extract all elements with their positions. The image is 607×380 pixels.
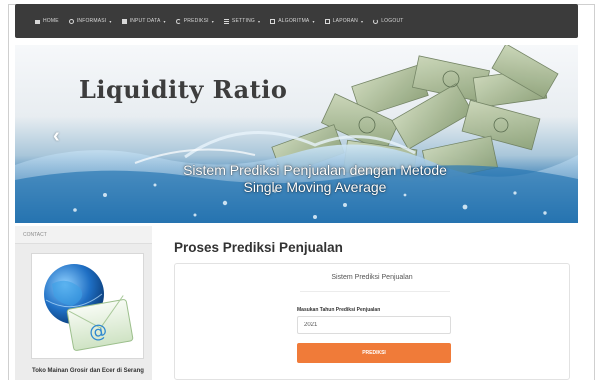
hero-carousel: Liquidity Ratio ‹ Sistem Prediksi Penjua… bbox=[15, 45, 578, 223]
nav-algoritma-label: ALGORITMA bbox=[278, 18, 310, 24]
chevron-down-icon: ▾ bbox=[109, 18, 112, 24]
contact-sidebar: CONTACT @ Toko Mainan Grosir dan Ecer di… bbox=[15, 226, 152, 380]
shop-description: Toko Mainan Grosir dan Ecer di Serang bbox=[32, 368, 144, 374]
year-field-label: Masukan Tahun Prediksi Penjualan bbox=[297, 307, 381, 313]
nav-informasi[interactable]: INFORMASI ▾ bbox=[68, 18, 112, 24]
banner-title: Liquidity Ratio bbox=[79, 75, 288, 104]
predict-button[interactable]: PREDIKSI bbox=[297, 343, 451, 363]
panel-title: Sistem Prediksi Penjualan bbox=[331, 274, 413, 281]
nav-prediksi-label: PREDIKSI bbox=[183, 18, 209, 24]
svg-text:@: @ bbox=[87, 320, 108, 344]
bars-icon bbox=[223, 18, 229, 24]
top-navbar: HOME INFORMASI ▾ INPUT DATA ▾ PREDIKSI ▾… bbox=[15, 4, 578, 38]
nav-informasi-label: INFORMASI bbox=[76, 18, 107, 24]
home-icon bbox=[35, 19, 40, 24]
nav-laporan-label: LAPORAN bbox=[332, 18, 358, 24]
grid-icon bbox=[324, 18, 330, 24]
sidebar-heading: CONTACT bbox=[15, 226, 152, 244]
banner-caption: Sistem Prediksi Penjualan dengan Metode … bbox=[183, 162, 447, 195]
nav-prediksi[interactable]: PREDIKSI ▾ bbox=[175, 18, 214, 24]
grid-icon bbox=[270, 18, 276, 24]
nav-home[interactable]: HOME bbox=[35, 18, 59, 24]
money-splash-illustration bbox=[15, 45, 578, 223]
chevron-down-icon: ▾ bbox=[211, 18, 214, 24]
nav-setting[interactable]: SETTING ▾ bbox=[223, 18, 261, 24]
carousel-prev-icon[interactable]: ‹ bbox=[53, 125, 60, 148]
nav-input-data[interactable]: INPUT DATA ▾ bbox=[121, 18, 166, 24]
nav-algoritma[interactable]: ALGORITMA ▾ bbox=[270, 18, 314, 24]
email-globe-image: @ bbox=[31, 253, 144, 359]
nav-setting-label: SETTING bbox=[231, 18, 255, 24]
nav-laporan[interactable]: LAPORAN ▾ bbox=[324, 18, 364, 24]
nav-home-label: HOME bbox=[43, 18, 59, 24]
nav-logout-label: LOGOUT bbox=[381, 18, 404, 24]
email-icon: @ bbox=[44, 264, 134, 351]
power-icon bbox=[373, 18, 379, 24]
chevron-down-icon: ▾ bbox=[360, 18, 364, 24]
nav-input-data-label: INPUT DATA bbox=[129, 18, 161, 24]
prediction-panel: Sistem Prediksi Penjualan Masukan Tahun … bbox=[174, 263, 570, 380]
refresh-icon bbox=[175, 18, 181, 24]
main-content: Proses Prediksi Penjualan Sistem Prediks… bbox=[152, 226, 578, 380]
chevron-down-icon: ▾ bbox=[163, 18, 166, 24]
info-icon bbox=[68, 18, 74, 24]
chevron-down-icon: ▾ bbox=[312, 18, 315, 24]
document-icon bbox=[121, 18, 127, 24]
divider bbox=[300, 291, 450, 292]
page-title: Proses Prediksi Penjualan bbox=[174, 240, 343, 255]
chevron-down-icon: ▾ bbox=[258, 18, 261, 24]
nav-logout[interactable]: LOGOUT bbox=[373, 18, 403, 24]
year-input[interactable] bbox=[297, 316, 451, 334]
